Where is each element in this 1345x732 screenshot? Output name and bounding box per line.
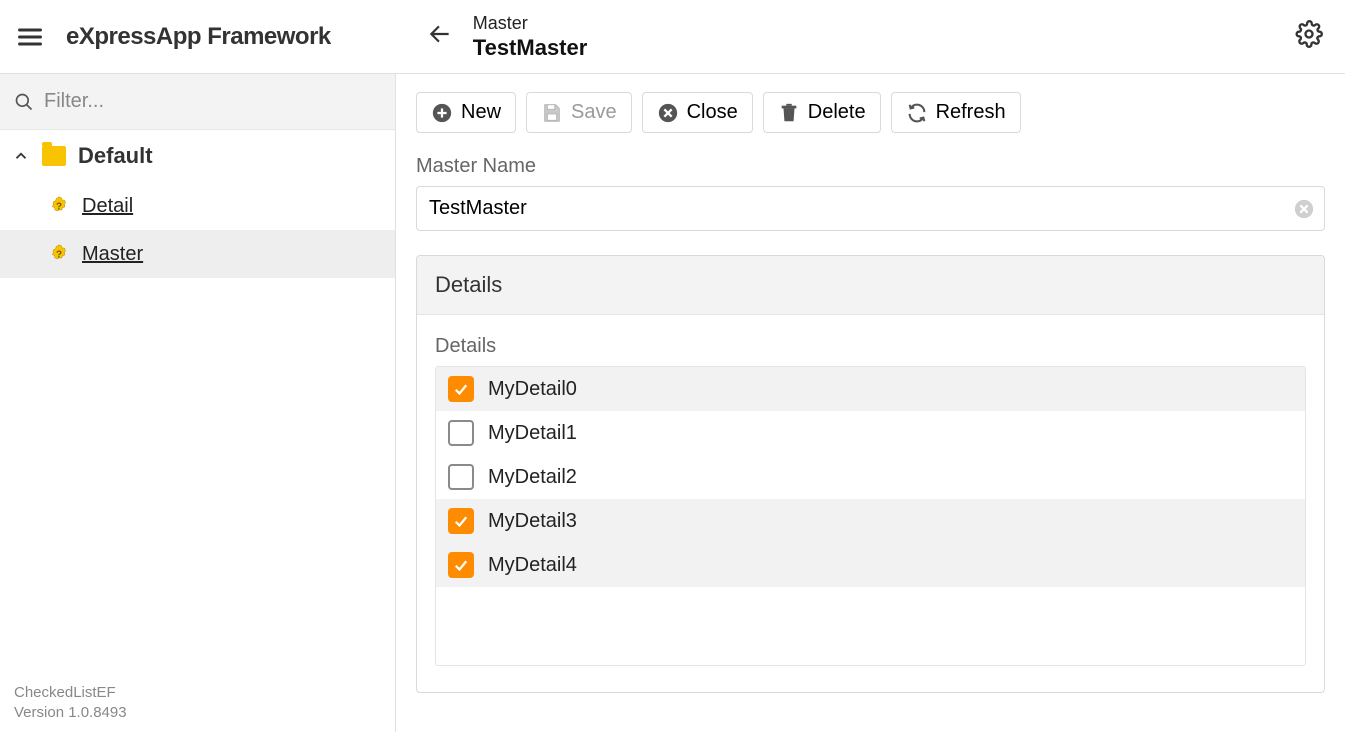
master-name-label: Master Name — [416, 155, 1325, 178]
breadcrumb: Master TestMaster — [421, 12, 588, 62]
details-row[interactable]: MyDetail0 — [436, 367, 1305, 411]
details-panel: Details Details MyDetail0MyDetail1MyDeta… — [416, 255, 1325, 693]
search-icon — [14, 92, 34, 112]
unknown-type-icon: ? — [48, 243, 70, 265]
checkbox[interactable] — [448, 464, 474, 490]
close-button[interactable]: Close — [642, 92, 753, 133]
check-icon — [452, 512, 470, 530]
nav-tree: Default ? Detail ? Master — [0, 130, 395, 677]
details-row[interactable]: MyDetail4 — [436, 543, 1305, 587]
checkbox[interactable] — [448, 376, 474, 402]
folder-icon — [42, 146, 66, 166]
unknown-type-icon: ? — [48, 195, 70, 217]
details-row[interactable]: MyDetail3 — [436, 499, 1305, 543]
hamburger-menu-button[interactable] — [0, 23, 60, 51]
button-label: Delete — [808, 101, 866, 124]
sidebar: Default ? Detail ? Master CheckedListEF … — [0, 74, 396, 732]
button-label: Refresh — [936, 101, 1006, 124]
main-content: New Save Close Delete Refresh Master Nam… — [396, 74, 1345, 732]
check-icon — [452, 556, 470, 574]
button-label: Close — [687, 101, 738, 124]
footer-app-name: CheckedListEF — [14, 683, 381, 703]
master-name-input[interactable] — [416, 186, 1325, 231]
details-row-label: MyDetail1 — [488, 422, 577, 445]
details-row-label: MyDetail0 — [488, 378, 577, 401]
back-button[interactable] — [421, 15, 459, 58]
topbar: eXpressApp Framework Master TestMaster — [0, 0, 1345, 74]
breadcrumb-parent[interactable]: Master — [473, 12, 588, 35]
list-filler — [436, 587, 1305, 665]
app-title: eXpressApp Framework — [66, 23, 331, 51]
save-icon — [541, 102, 563, 124]
breadcrumb-current: TestMaster — [473, 34, 588, 62]
clear-input-button[interactable] — [1293, 198, 1315, 220]
toolbar: New Save Close Delete Refresh — [416, 92, 1325, 133]
save-button[interactable]: Save — [526, 92, 632, 133]
details-row-label: MyDetail3 — [488, 510, 577, 533]
details-row[interactable]: MyDetail1 — [436, 411, 1305, 455]
checkbox[interactable] — [448, 508, 474, 534]
plus-circle-icon — [431, 102, 453, 124]
nav-item-detail[interactable]: ? Detail — [0, 182, 395, 230]
gear-icon — [1295, 20, 1323, 48]
checkbox[interactable] — [448, 552, 474, 578]
refresh-button[interactable]: Refresh — [891, 92, 1021, 133]
nav-group-default[interactable]: Default — [0, 130, 395, 182]
button-label: New — [461, 101, 501, 124]
arrow-left-icon — [427, 21, 453, 47]
trash-icon — [778, 102, 800, 124]
svg-text:?: ? — [56, 202, 62, 213]
footer-version: Version 1.0.8493 — [14, 703, 381, 723]
hamburger-icon — [16, 23, 44, 51]
details-row-label: MyDetail4 — [488, 554, 577, 577]
details-check-list: MyDetail0 MyDetail1 MyDetail2 MyDetail3 MyDe… — [435, 366, 1306, 666]
nav-group-label: Default — [78, 143, 153, 169]
filter-bar — [0, 74, 395, 130]
check-icon — [452, 380, 470, 398]
refresh-icon — [906, 102, 928, 124]
details-list-label: Details — [435, 335, 1306, 358]
new-button[interactable]: New — [416, 92, 516, 133]
nav-item-master[interactable]: ? Master — [0, 230, 395, 278]
checkbox[interactable] — [448, 420, 474, 446]
sidebar-footer: CheckedListEF Version 1.0.8493 — [0, 677, 395, 732]
close-circle-icon — [657, 102, 679, 124]
settings-button[interactable] — [1295, 20, 1323, 53]
details-panel-header: Details — [417, 256, 1324, 315]
nav-item-label: Detail — [82, 195, 133, 218]
details-row[interactable]: MyDetail2 — [436, 455, 1305, 499]
button-label: Save — [571, 101, 617, 124]
chevron-up-icon — [12, 147, 30, 165]
nav-item-label: Master — [82, 243, 143, 266]
details-row-label: MyDetail2 — [488, 466, 577, 489]
filter-input[interactable] — [44, 90, 381, 113]
svg-text:?: ? — [56, 250, 62, 261]
delete-button[interactable]: Delete — [763, 92, 881, 133]
close-circle-icon — [1293, 198, 1315, 220]
